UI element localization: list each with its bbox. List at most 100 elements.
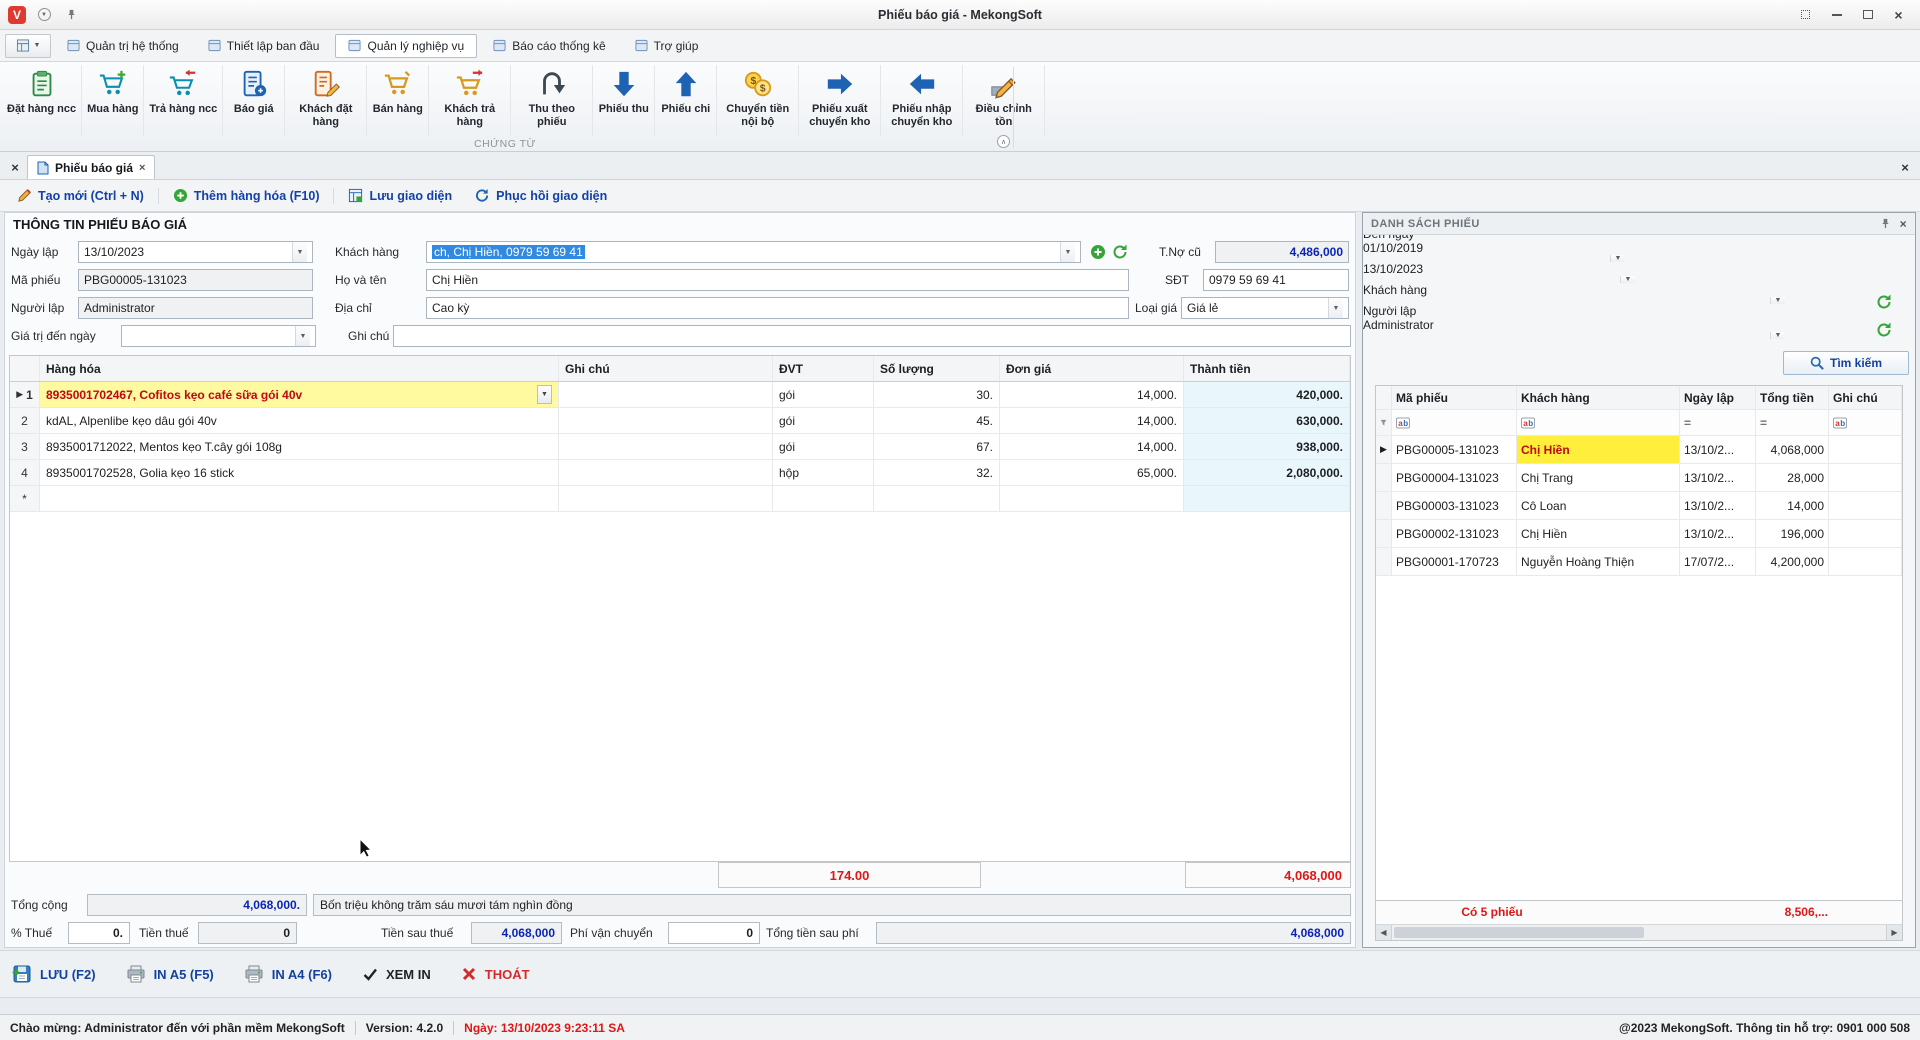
ribbon-button-tra-hang-ncc[interactable]: Trả hàng ncc: [144, 65, 223, 136]
ribbon-button-chuyen-tien-noi-bo[interactable]: $$ Chuyển tiền nội bộ: [717, 65, 799, 136]
ghi-chu-cell[interactable]: [1829, 548, 1902, 575]
luu-giao-dien-button[interactable]: Lưu giao diện: [339, 185, 461, 206]
column-header-ngay-lap[interactable]: Ngày lập: [1680, 386, 1756, 409]
den-ngay-field[interactable]: 13/10/2023 ▼: [1363, 262, 1635, 283]
item-row[interactable]: 4 8935001702528, Golia kẹo 16 stick hộp …: [10, 460, 1350, 486]
unit-price-cell[interactable]: 65,000.: [1000, 460, 1184, 485]
add-customer-button[interactable]: [1089, 243, 1107, 261]
ribbon-button-dieu-chinh-ton[interactable]: Điều chỉnh tồn: [963, 65, 1045, 136]
item-row[interactable]: 3 8935001712022, Mentos kẹo T.cây gói 10…: [10, 434, 1350, 460]
ngay-lap-cell[interactable]: 13/10/2...: [1680, 464, 1756, 491]
unit-cell[interactable]: gói: [773, 434, 874, 459]
ngay-lap-field[interactable]: 13/10/2023 ▼: [78, 241, 313, 263]
ribbon-button-bao-gia[interactable]: Báo giá: [223, 65, 285, 136]
xem-in-button[interactable]: XEM IN: [362, 966, 431, 982]
ma-phieu-cell[interactable]: PBG00003-131023: [1392, 492, 1517, 519]
ma-phieu-cell[interactable]: PBG00001-170723: [1392, 548, 1517, 575]
tim-kiem-button[interactable]: Tìm kiếm: [1783, 351, 1909, 375]
ngay-lap-cell[interactable]: 17/07/2...: [1680, 548, 1756, 575]
ribbon-button-khach-dat-hang[interactable]: Khách đặt hàng: [285, 65, 367, 136]
ribbon-collapse-button[interactable]: ∧: [997, 135, 1010, 148]
ribbon-button-phieu-thu[interactable]: Phiếu thu: [593, 65, 655, 136]
tong-tien-cell[interactable]: 4,068,000: [1756, 436, 1829, 463]
column-header-thanh-tien[interactable]: Thành tiền: [1184, 356, 1350, 381]
tong-tien-cell[interactable]: 196,000: [1756, 520, 1829, 547]
maximize-button[interactable]: [1854, 5, 1881, 25]
rp-khach-hang-field[interactable]: ▼: [1363, 297, 1785, 304]
quantity-cell[interactable]: 30.: [874, 382, 1000, 407]
unit-price-cell[interactable]: [1000, 486, 1184, 511]
unit-price-cell[interactable]: 14,000.: [1000, 434, 1184, 459]
close-window-button[interactable]: ×: [1885, 5, 1912, 25]
khach-hang-cell[interactable]: Chị Hiền: [1517, 520, 1680, 547]
item-row[interactable]: 2 kdAL, Alpenlibe kẹo dâu gói 40v gói 45…: [10, 408, 1350, 434]
amount-cell[interactable]: 420,000.: [1184, 382, 1350, 407]
filter-cell-ghi-chu[interactable]: ab: [1829, 410, 1902, 435]
note-cell[interactable]: [559, 460, 773, 485]
amount-cell[interactable]: 2,080,000.: [1184, 460, 1350, 485]
menu-tab-quan-ly-nghiep-vu[interactable]: Quản lý nghiệp vụ: [335, 34, 477, 58]
note-cell[interactable]: [559, 408, 773, 433]
chevron-down-icon[interactable]: ▼: [537, 385, 552, 404]
chevron-down-icon[interactable]: ▼: [1770, 297, 1785, 304]
phi-van-chuyen-field[interactable]: 0: [668, 922, 760, 944]
thue-field[interactable]: 0.: [68, 922, 130, 944]
khach-hang-field[interactable]: ch, Chị Hiền, 0979 59 69 41 ▼: [426, 241, 1081, 263]
column-header-don-gia[interactable]: Đơn giá: [1000, 356, 1184, 381]
tao-moi-button[interactable]: Tạo mới (Ctrl + N): [8, 185, 153, 206]
filter-cell-ma-phieu[interactable]: ab: [1392, 410, 1517, 435]
unit-cell[interactable]: [773, 486, 874, 511]
ribbon-button-khach-tra-hang[interactable]: Khách trả hàng: [429, 65, 511, 136]
ribbon-button-dat-hang-ncc[interactable]: Đặt hàng ncc: [2, 65, 82, 136]
filter-cell-khach-hang[interactable]: ab: [1517, 410, 1680, 435]
column-header-ma-phieu[interactable]: Mã phiếu: [1392, 386, 1517, 409]
amount-cell[interactable]: [1184, 486, 1350, 511]
pin-button[interactable]: [62, 6, 80, 24]
product-cell[interactable]: kdAL, Alpenlibe kẹo dâu gói 40v: [40, 408, 559, 433]
in-a4-button[interactable]: IN A4 (F6): [244, 964, 332, 984]
scroll-right-button[interactable]: ▶: [1886, 925, 1902, 940]
khach-hang-cell[interactable]: Nguyễn Hoàng Thiện: [1517, 548, 1680, 575]
column-header-dvt[interactable]: ĐVT: [773, 356, 874, 381]
quantity-cell[interactable]: 32.: [874, 460, 1000, 485]
ghi-chu-cell[interactable]: [1829, 520, 1902, 547]
loai-gia-field[interactable]: Giá lẻ ▼: [1181, 297, 1349, 319]
amount-cell[interactable]: 630,000.: [1184, 408, 1350, 433]
ngay-lap-cell[interactable]: 13/10/2...: [1680, 492, 1756, 519]
unit-cell[interactable]: gói: [773, 382, 874, 407]
ma-phieu-cell[interactable]: PBG00002-131023: [1392, 520, 1517, 547]
column-header-ghi-chu[interactable]: Ghi chú: [559, 356, 773, 381]
note-cell[interactable]: [559, 486, 773, 511]
ribbon-button-thu-theo-phieu[interactable]: Thu theo phiếu: [511, 65, 593, 136]
khach-hang-cell[interactable]: Chị Hiền: [1517, 436, 1680, 463]
note-cell[interactable]: [559, 434, 773, 459]
unit-price-cell[interactable]: 14,000.: [1000, 408, 1184, 433]
new-item-row[interactable]: *: [10, 486, 1350, 512]
thoat-button[interactable]: THOÁT: [461, 966, 530, 982]
ghi-chu-cell[interactable]: [1829, 492, 1902, 519]
dia-chi-field[interactable]: Cao kỳ: [426, 297, 1129, 319]
product-cell[interactable]: 8935001712022, Mentos kẹo T.cây gói 108g: [40, 434, 559, 459]
menu-tab-tro-giup[interactable]: Trợ giúp: [622, 34, 712, 58]
column-header-khach-hang[interactable]: Khách hàng: [1517, 386, 1680, 409]
minimize-button[interactable]: [1823, 5, 1850, 25]
ribbon-button-mua-hang[interactable]: Mua hàng: [82, 65, 144, 136]
doc-tab-phieu-bao-gia[interactable]: Phiếu báo giá ×: [27, 155, 155, 179]
column-header-hang-hoa[interactable]: Hàng hóa: [40, 356, 559, 381]
quote-row[interactable]: PBG00003-131023 Cô Loan 13/10/2... 14,00…: [1376, 492, 1902, 520]
column-header-ghi-chu[interactable]: Ghi chú: [1829, 386, 1902, 409]
close-tab-icon[interactable]: ×: [139, 162, 145, 174]
product-cell[interactable]: 8935001702528, Golia kẹo 16 stick: [40, 460, 559, 485]
ho-va-ten-field[interactable]: Chị Hiền: [426, 269, 1129, 291]
close-panel-button[interactable]: ×: [1900, 218, 1907, 230]
ngay-lap-cell[interactable]: 13/10/2...: [1680, 520, 1756, 547]
khach-hang-cell[interactable]: Cô Loan: [1517, 492, 1680, 519]
quote-row[interactable]: PBG00001-170723 Nguyễn Hoàng Thiện 17/07…: [1376, 548, 1902, 576]
menu-tab-bao-cao-thong-ke[interactable]: Báo cáo thống kê: [480, 34, 618, 58]
scrollbar-thumb[interactable]: [1394, 927, 1644, 938]
filter-cell-ngay-lap[interactable]: =: [1680, 410, 1756, 435]
quote-row[interactable]: ▶ PBG00005-131023 Chị Hiền 13/10/2... 4,…: [1376, 436, 1902, 464]
tong-tien-cell[interactable]: 14,000: [1756, 492, 1829, 519]
unit-cell[interactable]: gói: [773, 408, 874, 433]
rp-nguoi-lap-field[interactable]: Administrator ▼: [1363, 318, 1785, 339]
